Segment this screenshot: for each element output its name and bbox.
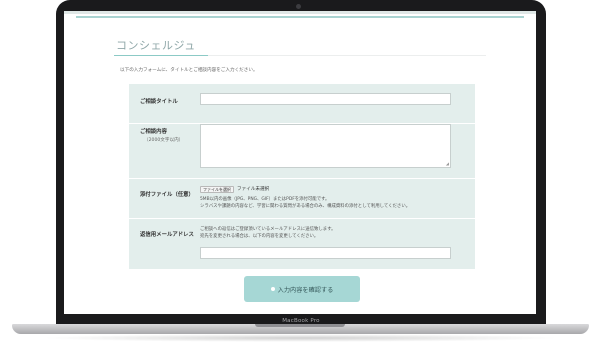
header-band xyxy=(64,11,536,14)
attachment-note: シラバスや課題の内容など、学習に関わる質問がある場合のみ、構成資料の添付として利… xyxy=(200,204,411,209)
consultation-form xyxy=(129,84,475,269)
laptop-screen: コンシェルジュ 以下の入力フォームに、タイトルとご相談内容をご入力ください。 ご… xyxy=(64,11,536,314)
laptop-mockup: コンシェルジュ 以下の入力フォームに、タイトルとご相談内容をご入力ください。 ご… xyxy=(0,0,601,344)
attachment-note: 5MB以内の画像（JPG、PNG、GIF）またはPDFを添付可能です。 xyxy=(200,197,330,202)
confirm-button-label: 入力内容を確認する xyxy=(277,286,334,294)
content-textarea[interactable]: ◢ xyxy=(200,124,451,168)
intro-text: 以下の入力フォームに、タイトルとご相談内容をご入力ください。 xyxy=(120,68,258,73)
row-divider xyxy=(129,218,475,219)
content-sublabel: （2000文字以内） xyxy=(144,138,184,143)
resize-grip-icon[interactable]: ◢ xyxy=(446,162,449,166)
page-title: コンシェルジュ xyxy=(116,39,196,52)
reply-note: ご相談への返信はご登録頂いているメールアドレスに送信致します。 xyxy=(200,227,336,232)
laptop-notch xyxy=(255,324,345,327)
title-label: ご相談タイトル xyxy=(140,99,178,105)
title-rule xyxy=(208,55,486,56)
reply-note: 宛先を変更される場合は、以下の内容を変更してください。 xyxy=(200,234,319,239)
header-accent-line xyxy=(76,16,524,18)
reply-email-label: 返信用メールアドレス xyxy=(140,232,194,238)
row-divider xyxy=(129,178,475,179)
model-label: MacBook Pro xyxy=(282,318,320,324)
laptop-shadow xyxy=(40,334,561,342)
camera-icon xyxy=(296,4,301,9)
confirm-button[interactable]: 入力内容を確認する xyxy=(244,276,360,302)
title-underline xyxy=(114,55,208,56)
title-input[interactable] xyxy=(200,93,451,105)
bullet-icon xyxy=(270,287,275,291)
reply-email-input[interactable] xyxy=(200,247,451,259)
file-status: ファイル未選択 xyxy=(237,187,270,192)
file-select-button[interactable]: ファイルを選択 xyxy=(200,186,234,193)
content-label: ご相談内容 xyxy=(140,129,167,135)
attachment-label: 添付ファイル（任意） xyxy=(140,192,194,198)
